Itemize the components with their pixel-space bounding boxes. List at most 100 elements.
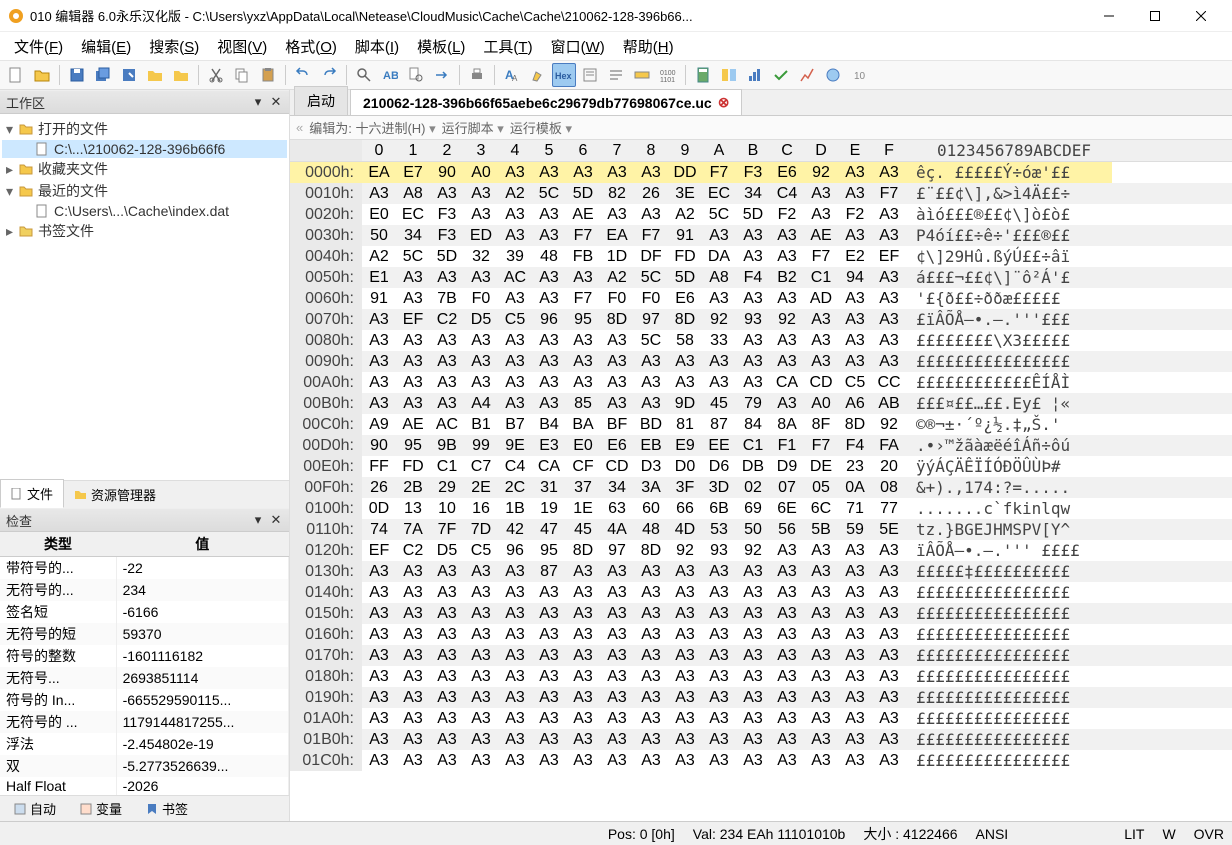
hex-editor[interactable]: 0123456789ABCDEF0123456789ABCDEF 0000h:E… bbox=[290, 140, 1232, 821]
hex-byte[interactable]: A3 bbox=[532, 393, 566, 414]
hex-byte[interactable]: A3 bbox=[566, 750, 600, 771]
hex-byte[interactable]: 19 bbox=[532, 498, 566, 519]
inspector-row[interactable]: 无符号...2693851114 bbox=[0, 667, 289, 689]
hex-byte[interactable]: E1 bbox=[362, 267, 396, 288]
hex-byte[interactable]: C2 bbox=[396, 540, 430, 561]
find-in-files-button[interactable] bbox=[404, 63, 428, 87]
hex-byte[interactable]: A3 bbox=[736, 330, 770, 351]
hex-byte[interactable]: D5 bbox=[430, 540, 464, 561]
hex-byte[interactable]: EC bbox=[702, 183, 736, 204]
hex-byte[interactable]: E7 bbox=[396, 162, 430, 183]
tree-file-item[interactable]: C:\...\210062-128-396b66f6 bbox=[2, 140, 287, 158]
hex-byte[interactable]: A3 bbox=[702, 372, 736, 393]
hex-byte[interactable]: ED bbox=[464, 225, 498, 246]
tab-close-icon[interactable]: ⊗ bbox=[718, 94, 730, 111]
workspace-tab[interactable]: 文件 bbox=[0, 479, 64, 508]
inspector-row[interactable]: 带符号的...-22 bbox=[0, 557, 289, 580]
hex-byte[interactable]: 9B bbox=[430, 435, 464, 456]
hex-byte[interactable]: A3 bbox=[498, 330, 532, 351]
menu-item-9[interactable]: 帮助(H) bbox=[615, 33, 682, 60]
hex-byte[interactable]: A3 bbox=[600, 645, 634, 666]
hex-byte[interactable]: B4 bbox=[532, 414, 566, 435]
hex-byte[interactable]: A3 bbox=[498, 729, 532, 750]
hex-byte[interactable]: A3 bbox=[464, 666, 498, 687]
inspector-row[interactable]: 双-5.2773526639... bbox=[0, 755, 289, 777]
hex-byte[interactable]: FD bbox=[396, 456, 430, 477]
hex-byte[interactable]: A3 bbox=[872, 204, 906, 225]
hex-byte[interactable]: B2 bbox=[770, 267, 804, 288]
hex-byte[interactable]: A3 bbox=[634, 708, 668, 729]
hex-byte[interactable]: A3 bbox=[600, 729, 634, 750]
document-tab[interactable]: 210062-128-396b66f65aebe6c29679db7769806… bbox=[350, 89, 742, 115]
hex-byte[interactable]: A3 bbox=[838, 330, 872, 351]
hex-byte[interactable]: 45 bbox=[566, 519, 600, 540]
hex-byte[interactable]: E6 bbox=[668, 288, 702, 309]
hex-byte[interactable]: A3 bbox=[702, 288, 736, 309]
hex-byte[interactable]: 74 bbox=[362, 519, 396, 540]
hex-byte[interactable]: A3 bbox=[362, 330, 396, 351]
hex-byte[interactable]: A3 bbox=[736, 582, 770, 603]
hex-byte[interactable]: FD bbox=[668, 246, 702, 267]
hex-byte[interactable]: 96 bbox=[498, 540, 532, 561]
hex-byte[interactable]: C1 bbox=[736, 435, 770, 456]
hex-byte[interactable]: 95 bbox=[532, 540, 566, 561]
hex-byte[interactable]: A3 bbox=[532, 204, 566, 225]
hex-byte[interactable]: A3 bbox=[770, 708, 804, 729]
hex-byte[interactable]: A3 bbox=[668, 603, 702, 624]
hex-byte[interactable]: 91 bbox=[668, 225, 702, 246]
copy-button[interactable] bbox=[230, 63, 254, 87]
hex-byte[interactable]: DF bbox=[634, 246, 668, 267]
hex-byte[interactable]: A3 bbox=[566, 372, 600, 393]
hex-byte[interactable]: 5B bbox=[804, 519, 838, 540]
hex-byte[interactable]: A3 bbox=[430, 183, 464, 204]
hex-byte[interactable]: F7 bbox=[804, 435, 838, 456]
hex-byte[interactable]: 23 bbox=[838, 456, 872, 477]
hex-byte[interactable]: EF bbox=[396, 309, 430, 330]
hex-byte[interactable]: A3 bbox=[770, 351, 804, 372]
tree-folder-item[interactable]: ▾最近的文件 bbox=[2, 180, 287, 202]
hex-byte[interactable]: A3 bbox=[362, 372, 396, 393]
hex-byte[interactable]: 08 bbox=[872, 477, 906, 498]
hex-byte[interactable]: A3 bbox=[634, 204, 668, 225]
ruler-button[interactable] bbox=[630, 63, 654, 87]
hex-byte[interactable]: A9 bbox=[362, 414, 396, 435]
hex-byte[interactable]: 34 bbox=[396, 225, 430, 246]
tree-folder-item[interactable]: ▸收藏夹文件 bbox=[2, 158, 287, 180]
hex-byte[interactable]: AD bbox=[804, 288, 838, 309]
hex-byte[interactable]: A3 bbox=[362, 666, 396, 687]
hex-byte[interactable]: A3 bbox=[600, 162, 634, 183]
chart-button[interactable] bbox=[795, 63, 819, 87]
hex-byte[interactable]: A3 bbox=[396, 729, 430, 750]
maximize-button[interactable] bbox=[1132, 0, 1178, 32]
hex-byte[interactable]: 93 bbox=[736, 309, 770, 330]
hex-byte[interactable]: A3 bbox=[872, 309, 906, 330]
hex-byte[interactable]: 1D bbox=[600, 246, 634, 267]
hex-byte[interactable]: A3 bbox=[498, 162, 532, 183]
hex-byte[interactable]: A8 bbox=[396, 183, 430, 204]
hex-byte[interactable]: A3 bbox=[498, 351, 532, 372]
replace-button[interactable]: AB bbox=[378, 63, 402, 87]
hex-byte[interactable]: 92 bbox=[702, 309, 736, 330]
hex-byte[interactable]: 82 bbox=[600, 183, 634, 204]
hex-byte[interactable]: 92 bbox=[770, 309, 804, 330]
hex-byte[interactable]: A3 bbox=[668, 666, 702, 687]
hex-byte[interactable]: D0 bbox=[668, 456, 702, 477]
hex-byte[interactable]: 42 bbox=[498, 519, 532, 540]
hex-byte[interactable]: A3 bbox=[872, 330, 906, 351]
inspector-tab[interactable]: 书签 bbox=[138, 796, 196, 821]
hex-byte[interactable]: A3 bbox=[498, 750, 532, 771]
hex-byte[interactable]: A3 bbox=[804, 351, 838, 372]
hex-byte[interactable]: AE bbox=[396, 414, 430, 435]
hex-byte[interactable]: 90 bbox=[430, 162, 464, 183]
hex-byte[interactable]: 97 bbox=[600, 540, 634, 561]
folder-yellow-button[interactable] bbox=[143, 63, 167, 87]
inspector-row[interactable]: Half Float-2026 bbox=[0, 777, 289, 795]
hex-byte[interactable]: 91 bbox=[362, 288, 396, 309]
hex-byte[interactable]: A3 bbox=[838, 582, 872, 603]
hex-byte[interactable]: A3 bbox=[430, 351, 464, 372]
hex-byte[interactable]: EA bbox=[600, 225, 634, 246]
hex-byte[interactable]: A3 bbox=[736, 729, 770, 750]
hex-byte[interactable]: A3 bbox=[702, 561, 736, 582]
run-template-dropdown[interactable]: 运行模板 bbox=[510, 118, 572, 137]
hex-byte[interactable]: A3 bbox=[736, 624, 770, 645]
